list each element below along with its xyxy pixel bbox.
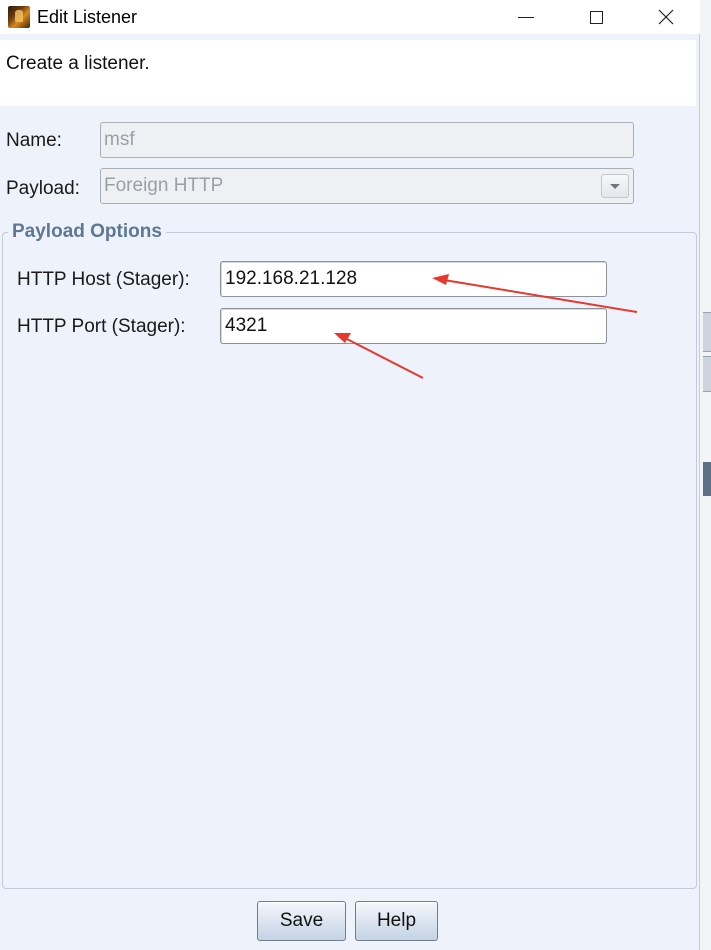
save-button[interactable]: Save xyxy=(257,901,346,941)
payload-select-value: Foreign HTTP xyxy=(104,175,224,196)
name-label: Name: xyxy=(6,130,62,151)
close-button[interactable] xyxy=(638,0,694,34)
http-host-input[interactable]: 192.168.21.128 xyxy=(220,261,607,297)
edit-listener-dialog: Edit Listener Create a listener. Name: m… xyxy=(0,0,700,950)
maximize-button[interactable] xyxy=(568,0,624,34)
http-port-input[interactable]: 4321 xyxy=(220,308,607,344)
minimize-icon xyxy=(518,16,534,18)
name-field: msf xyxy=(100,122,634,158)
description-text: Create a listener. xyxy=(6,53,150,74)
description-panel: Create a listener. xyxy=(0,40,696,106)
background-window-block xyxy=(703,356,711,392)
background-window-block xyxy=(703,312,711,352)
close-icon xyxy=(658,9,674,25)
payload-label: Payload: xyxy=(6,178,80,199)
help-button[interactable]: Help xyxy=(355,901,438,941)
payload-select: Foreign HTTP xyxy=(100,168,634,204)
app-icon xyxy=(8,6,30,28)
background-window-block xyxy=(703,462,711,496)
payload-options-title: Payload Options xyxy=(8,221,166,243)
minimize-button[interactable] xyxy=(498,0,554,34)
title-bar[interactable]: Edit Listener xyxy=(0,0,700,34)
chevron-down-icon xyxy=(610,183,620,189)
maximize-icon xyxy=(589,10,603,24)
http-host-label: HTTP Host (Stager): xyxy=(17,269,190,290)
window-title: Edit Listener xyxy=(37,7,138,27)
dropdown-button xyxy=(601,174,629,198)
http-port-label: HTTP Port (Stager): xyxy=(17,316,186,337)
